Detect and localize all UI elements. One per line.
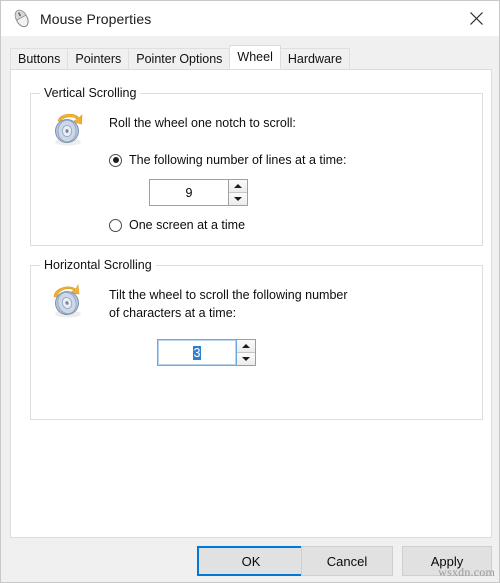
mouse-icon (11, 8, 33, 30)
lines-spinner-buttons (229, 179, 248, 206)
tab-page-wheel: Vertical Scrolling Roll the wheel one no… (10, 69, 492, 538)
radio-lines-indicator (109, 153, 122, 167)
title-bar: Mouse Properties (1, 1, 499, 36)
tab-wheel[interactable]: Wheel (229, 45, 281, 69)
group-vertical-scrolling: Vertical Scrolling Roll the wheel one no… (30, 86, 483, 246)
arrow-up-icon[interactable] (237, 340, 255, 353)
tab-strip: Buttons Pointers Pointer Options Wheel H… (10, 45, 351, 69)
arrow-down-icon[interactable] (229, 193, 247, 205)
arrow-up-icon[interactable] (229, 180, 247, 193)
group-horizontal-scrolling: Horizontal Scrolling Tilt the wheel to s… (30, 258, 483, 420)
watermark: wsxdn.com (438, 565, 495, 579)
characters-spinner[interactable]: 3 (157, 339, 256, 366)
tab-pointer-options[interactable]: Pointer Options (128, 48, 231, 69)
tab-buttons[interactable]: Buttons (10, 48, 69, 69)
scroll-wheel-horizontal-icon (47, 280, 89, 322)
group-horizontal-scrolling-label: Horizontal Scrolling (40, 258, 156, 272)
group-vertical-scrolling-label: Vertical Scrolling (40, 86, 141, 100)
scroll-wheel-vertical-icon (47, 108, 89, 150)
close-icon[interactable] (454, 1, 499, 36)
radio-one-screen-indicator (109, 218, 122, 232)
dialog-button-row: OK Cancel Apply (1, 546, 500, 576)
lines-value-input[interactable]: 9 (149, 179, 229, 206)
radio-lines-label: The following number of lines at a time: (129, 153, 347, 167)
cancel-button[interactable]: Cancel (301, 546, 393, 576)
radio-one-screen-label: One screen at a time (129, 218, 246, 232)
arrow-down-icon[interactable] (237, 353, 255, 365)
radio-one-screen[interactable]: One screen at a time (109, 218, 245, 232)
vertical-scrolling-description: Roll the wheel one notch to scroll: (109, 116, 296, 130)
window-title: Mouse Properties (40, 10, 152, 27)
radio-lines-at-a-time[interactable]: The following number of lines at a time: (109, 153, 346, 167)
mouse-properties-window: Mouse Properties Buttons Pointers Pointe… (0, 0, 500, 583)
ok-button[interactable]: OK (197, 546, 305, 576)
characters-spinner-buttons (237, 339, 256, 366)
lines-spinner[interactable]: 9 (149, 179, 248, 206)
characters-value-input[interactable]: 3 (157, 339, 237, 366)
horizontal-scrolling-description-line1: Tilt the wheel to scroll the following n… (109, 288, 348, 302)
tab-hardware[interactable]: Hardware (279, 48, 351, 69)
characters-value-selected-text: 3 (192, 345, 202, 360)
tab-pointers[interactable]: Pointers (67, 48, 130, 69)
horizontal-scrolling-description-line2: of characters at a time: (109, 306, 237, 320)
